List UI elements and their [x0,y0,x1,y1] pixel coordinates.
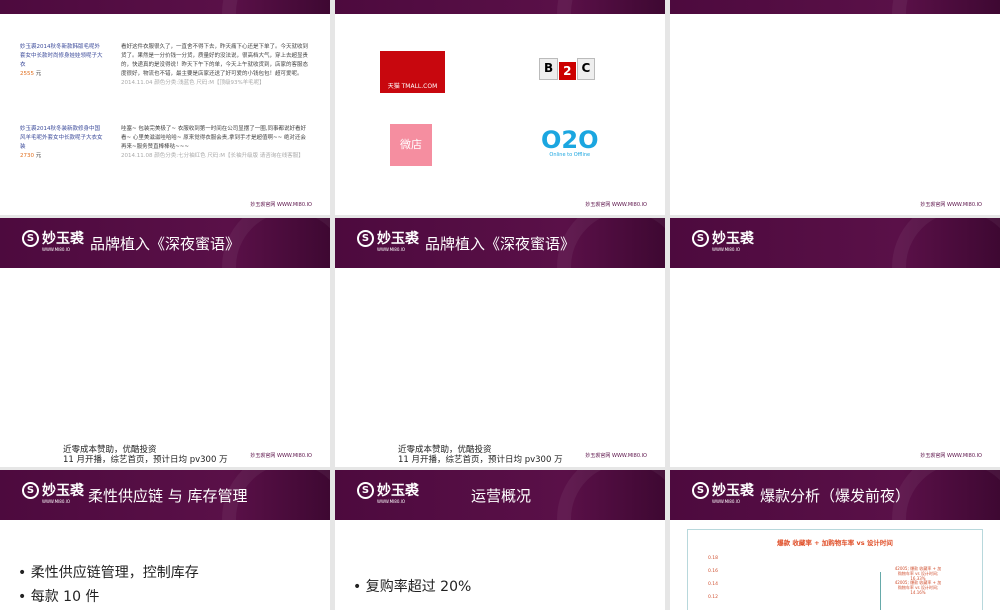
logo-icon: S [22,482,39,499]
logo-icon: S [692,482,709,499]
bullet-item: • 柔性供应链管理，控制库存 [18,565,199,581]
tmall-logo: 天猫 TMALL.COM [380,51,445,93]
review-product-1: 妙玉裘2014秋冬新款韩版毛呢外套女中长款时尚修身娃娃领呢子大衣 2555 元 [20,44,103,77]
review-text-2: 哇塞~ 包装完美极了~ 衣服收到第一时间在公司显摆了一圈,同事都说好看好看~ 心… [121,126,306,159]
slide-thumb-brand-placement-2[interactable]: S 妙玉裘 WWW.MI80.IO 品牌植入《深夜蜜语》 近零成本赞助，优酷投资 11 … [335,218,665,467]
slide-header: S妙玉裘 [670,0,1000,82]
review-text-1: 看好这件衣服很久了，一直舍不得下去，昨天痛下心还是下单了。今天就收到货了。果然是… [121,44,309,86]
bullet-item: • 复购率超过 20% [353,579,472,595]
slide-header: S 妙玉裘 WWW.MI80.IO 运营概况 [335,470,665,588]
y-axis-ticks: 0.18 0.16 0.14 0.12 [708,556,719,600]
slide-title: 柔性供应链 与 库存管理 [88,487,248,505]
slide-thumb-brand-placement[interactable]: S 妙玉裘 WWW.MI80.IO 品牌植入《深夜蜜语》 近零成本赞助，优酷投资 11 … [0,218,330,467]
slide-thumb-blank-2[interactable]: S 妙玉裘 WWW.MI80.IO 妙玉裘官网 WWW.MI80.IO [670,218,1000,467]
chart: 爆款 收藏率 + 加购物车率 vs 设计时间 0.18 0.16 0.14 0.12 … [687,529,983,610]
slide-body: 近零成本赞助，优酷投资 11 月开播，综艺首页，预计日均 pv300 万 [63,445,228,465]
chart-title: 爆款 收藏率 + 加购物车率 vs 设计时间 [777,539,893,547]
leader-line [880,572,881,610]
slide-footer: 妙玉裘官网 WWW.MI80.IO [920,202,982,208]
logo-icon: S [22,230,39,247]
slide-header: S 妙玉裘 WWW.MI80.IO 品牌植入《深夜蜜语》 [0,218,330,336]
logo-icon: S [357,482,374,499]
slide-footer: 妙玉裘官网 WWW.MI80.IO [585,202,647,208]
slide-footer: 妙玉裘官网 WWW.MI80.IO [920,453,982,459]
slide-title: 品牌植入《深夜蜜语》 [90,235,241,253]
data-label: 42005; 爆款 收藏率 + 加购物车率 vs 设计时间; 16.33% [894,566,942,581]
slide-thumb-operations[interactable]: S 妙玉裘 WWW.MI80.IO 运营概况 • 复购率超过 20% [335,470,665,610]
slide-body: 近零成本赞助，优酷投资 11 月开播，综艺首页，预计日均 pv300 万 [398,445,563,465]
slide-header: S 妙玉裘 WWW.MI80.IO 品牌植入《深夜蜜语》 [335,218,665,336]
slide-footer: 妙玉裘官网 WWW.MI80.IO [250,202,312,208]
slide-thumb-channels[interactable]: S妙玉裘 天猫 TMALL.COM B2C 微店 O2OOnline to Of… [335,0,665,215]
data-label: 42005; 爆款 收藏率 + 加购物车率 vs 设计时间; 14.16% [894,580,942,595]
slide-header: S 妙玉裘 WWW.MI80.IO 爆款分析（爆发前夜） [670,470,1000,588]
slide-header: S 妙玉裘 WWW.MI80.IO 柔性供应链 与 库存管理 [0,470,330,588]
review-product-2: 妙玉裘2014秋冬装新款修身中国风羊毛呢外套女中长款呢子大衣女装 2730 元 [20,126,103,159]
slide-title: 品牌植入《深夜蜜语》 [425,235,576,253]
slide-header: S妙玉裘 [335,0,665,82]
o2o-logo: O2O Online to Offline [541,126,599,158]
slide-thumb-reviews[interactable]: S妙玉裘 妙玉裘2014秋冬新款韩版毛呢外套女中长款时尚修身娃娃领呢子大衣255… [0,0,330,215]
slide-header: S 妙玉裘 WWW.MI80.IO [670,218,1000,336]
slide-header: S妙玉裘 [0,0,330,82]
logo-icon: S [357,230,374,247]
slide-thumb-hot-item-analysis[interactable]: S 妙玉裘 WWW.MI80.IO 爆款分析（爆发前夜） 爆款 收藏率 + 加购物车率… [670,470,1000,610]
slide-title: 运营概况 [471,487,532,505]
slide-footer: 妙玉裘官网 WWW.MI80.IO [250,453,312,459]
weidian-logo: 微店 [390,124,432,166]
b2c-logo: B2C [539,58,596,80]
slide-footer: 妙玉裘官网 WWW.MI80.IO [585,453,647,459]
slide-title: 爆款分析（爆发前夜） [760,487,911,505]
logo-icon: S [692,230,709,247]
bullet-item: • 每款 10 件 [18,589,100,605]
slide-thumb-supply-chain[interactable]: S 妙玉裘 WWW.MI80.IO 柔性供应链 与 库存管理 • 柔性供应链管理，控制… [0,470,330,610]
slide-thumb-blank[interactable]: S妙玉裘 妙玉裘官网 WWW.MI80.IO [670,0,1000,215]
